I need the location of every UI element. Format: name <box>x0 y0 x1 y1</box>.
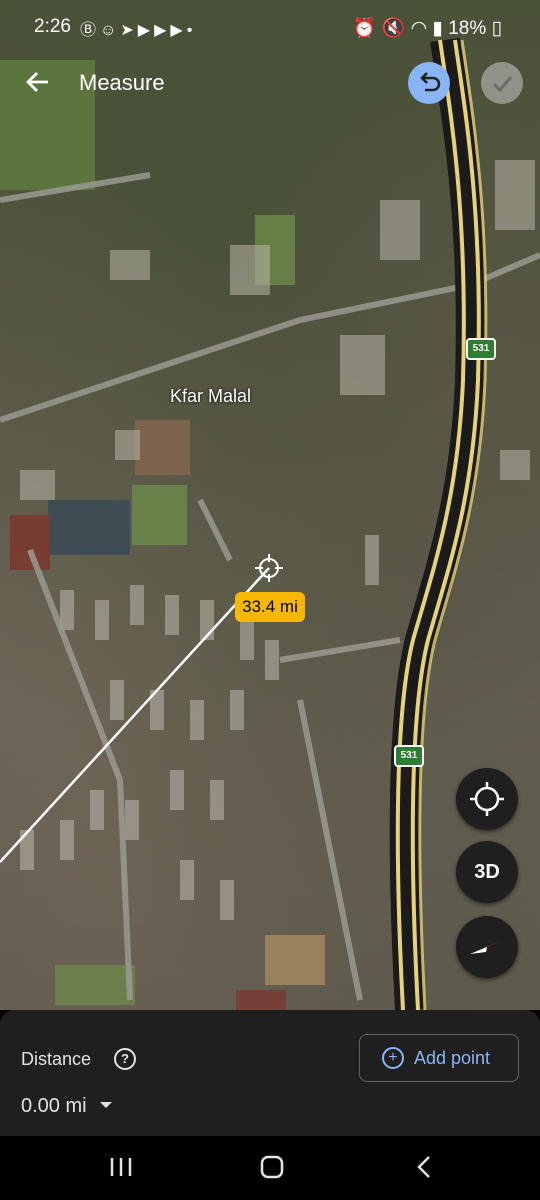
route-shield: 531 <box>394 745 424 767</box>
status-bar: 2:26 Ⓑ☺➤▶▶▶• ⏰ 🔇 ◠ ▮ 18% ▯ <box>0 0 540 54</box>
distance-label: Distance <box>21 1049 92 1069</box>
battery-percent: 18% <box>448 18 487 39</box>
youtube-icon: ▶ <box>170 22 187 39</box>
crosshair-icon <box>255 554 283 582</box>
top-app-bar: Measure <box>0 54 540 112</box>
check-icon <box>492 76 513 93</box>
add-circle-icon: + <box>382 1047 404 1069</box>
measure-bottom-sheet: Distance ? 0.00 mi + Add point <box>0 1010 540 1136</box>
b-circle-icon: Ⓑ <box>80 22 101 39</box>
dot-icon: • <box>186 22 197 39</box>
snapchat-icon: ☺ <box>100 22 121 39</box>
back-arrow-icon[interactable] <box>20 64 56 100</box>
compass-button[interactable] <box>456 916 518 978</box>
wifi-icon: ◠ <box>410 18 428 39</box>
distance-chip: 33.4 mi <box>235 592 305 622</box>
alarm-icon: ⏰ <box>352 18 377 39</box>
my-location-icon <box>470 782 504 816</box>
done-button[interactable] <box>481 62 523 104</box>
status-time: 2:26 <box>34 16 71 37</box>
place-label: Kfar Malal <box>170 386 252 406</box>
system-nav-bar <box>0 1136 540 1200</box>
my-location-button[interactable] <box>456 768 518 830</box>
3d-toggle-button[interactable]: 3D <box>456 841 518 903</box>
page-title: Measure <box>79 70 165 95</box>
recents-icon[interactable] <box>109 1154 133 1180</box>
signal-icon: ▮ <box>432 18 443 39</box>
undo-icon <box>420 72 441 92</box>
help-icon[interactable]: ? <box>114 1048 136 1070</box>
youtube-icon: ▶ <box>154 22 171 39</box>
home-icon[interactable] <box>259 1154 285 1180</box>
battery-icon: ▯ <box>491 18 502 39</box>
mute-icon: 🔇 <box>381 18 406 39</box>
add-point-button[interactable]: + Add point <box>359 1034 519 1082</box>
add-point-label: Add point <box>414 1048 491 1068</box>
undo-button[interactable] <box>408 62 450 104</box>
status-right: ⏰ 🔇 ◠ ▮ 18% ▯ <box>353 16 502 40</box>
satellite-map[interactable]: Kfar Malal 531 531 33.4 mi 3D <box>0 0 540 1010</box>
telegram-icon: ➤ <box>120 22 138 39</box>
youtube-icon: ▶ <box>137 22 155 39</box>
distance-unit-selector[interactable]: 0.00 mi <box>21 1095 87 1118</box>
back-nav-icon[interactable] <box>412 1154 436 1180</box>
route-shield: 531 <box>466 338 496 360</box>
notification-icons: Ⓑ☺➤▶▶▶• <box>80 16 196 40</box>
compass-icon <box>470 940 502 954</box>
chevron-down-icon[interactable] <box>100 1102 112 1108</box>
